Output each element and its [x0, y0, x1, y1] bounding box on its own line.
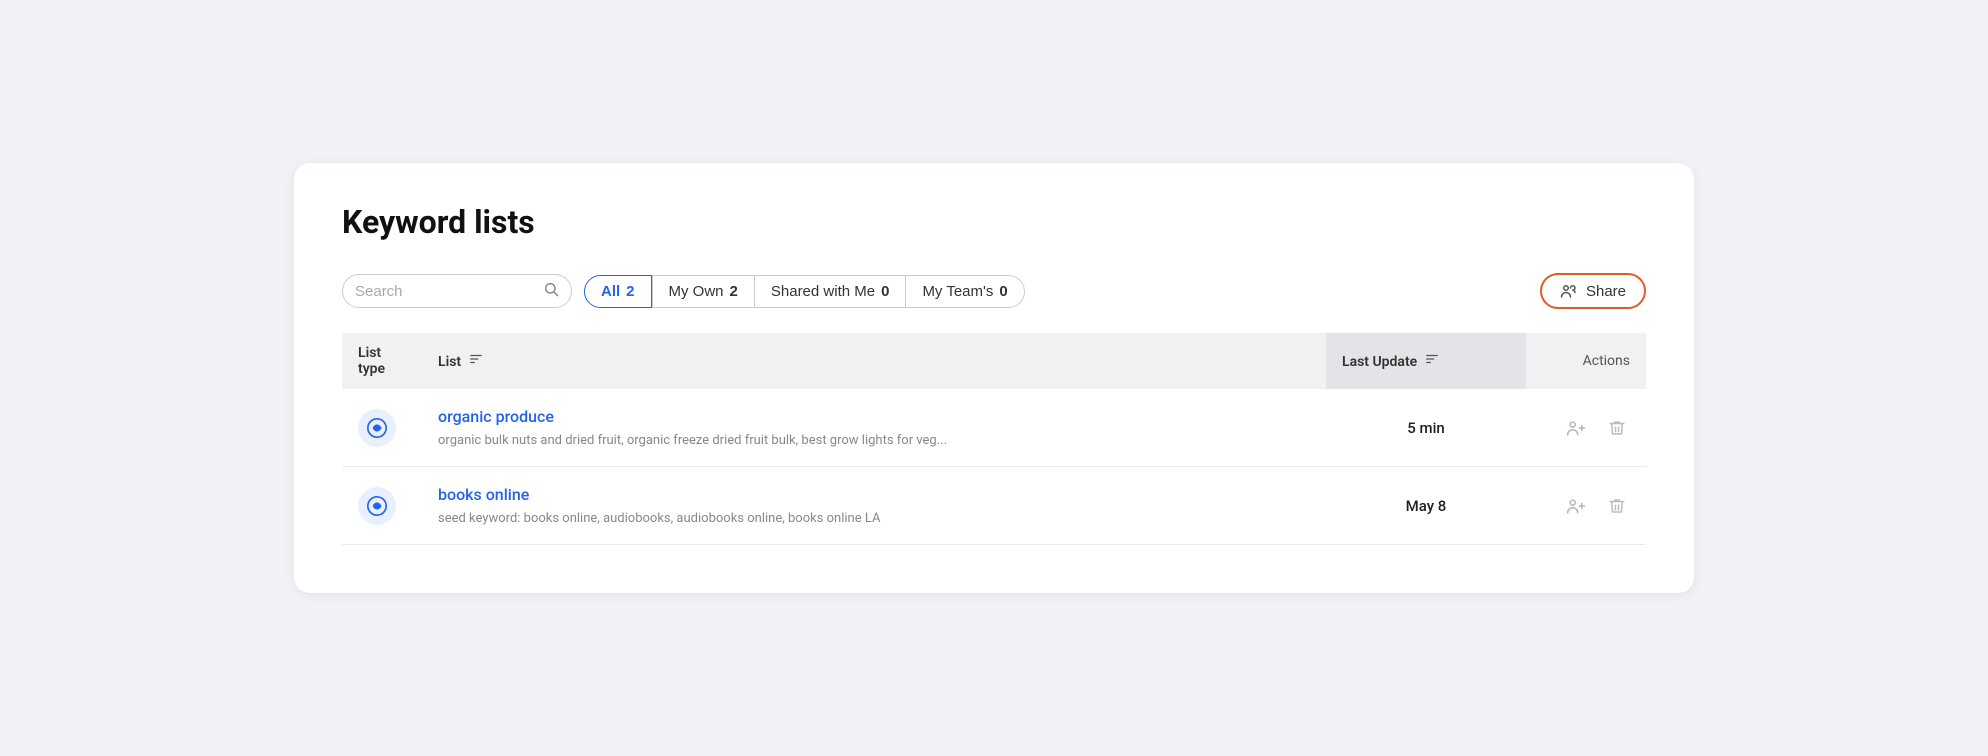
filter-tab-my-own-count: 2 [730, 283, 738, 300]
list-name-link-1[interactable]: organic produce [438, 407, 1310, 426]
actions-cell-1 [1526, 389, 1646, 467]
list-description-1: organic bulk nuts and dried fruit, organ… [438, 433, 947, 448]
last-update-sort-icon[interactable] [1425, 352, 1439, 369]
actions-cell-2 [1526, 467, 1646, 545]
search-input[interactable] [355, 283, 535, 300]
keyword-lists-table: List type List Last Update [342, 333, 1646, 545]
filter-tab-shared-with-me-label: Shared with Me [771, 283, 875, 300]
filter-tab-my-teams[interactable]: My Team's 0 [905, 275, 1024, 308]
list-type-cell-2 [342, 467, 422, 545]
filter-tab-all-label: All [601, 283, 620, 300]
share-button-label: Share [1586, 283, 1626, 300]
keyword-list-icon [366, 417, 388, 439]
filter-tab-all-count: 2 [626, 283, 634, 300]
share-row-button-2[interactable] [1562, 492, 1590, 520]
last-update-cell-2: May 8 [1326, 467, 1526, 545]
toolbar: All 2 My Own 2 Shared with Me 0 My Team'… [342, 273, 1646, 309]
search-icon [543, 281, 559, 297]
col-header-actions: Actions [1526, 333, 1646, 389]
main-card: Keyword lists All 2 My [294, 163, 1694, 593]
list-cell-2: books online seed keyword: books online,… [422, 467, 1326, 545]
list-type-icon-1 [358, 409, 396, 447]
list-cell-1: organic produce organic bulk nuts and dr… [422, 389, 1326, 467]
col-header-list-type: List type [342, 333, 422, 389]
last-update-value-1: 5 min [1407, 419, 1445, 437]
trash-icon [1608, 419, 1626, 437]
filter-tab-all[interactable]: All 2 [584, 275, 652, 308]
list-sort-icon[interactable] [469, 352, 483, 369]
table-row: books online seed keyword: books online,… [342, 467, 1646, 545]
filter-tab-my-teams-count: 0 [999, 283, 1007, 300]
list-name-link-2[interactable]: books online [438, 485, 1310, 504]
col-header-last-update: Last Update [1326, 333, 1526, 389]
keyword-list-icon [366, 495, 388, 517]
action-icons-2 [1542, 492, 1630, 520]
filter-tab-shared-with-me-count: 0 [881, 283, 889, 300]
col-header-list: List [422, 333, 1326, 389]
toolbar-left: All 2 My Own 2 Shared with Me 0 My Team'… [342, 274, 1025, 308]
last-update-cell-1: 5 min [1326, 389, 1526, 467]
filter-tab-my-own-label: My Own [669, 283, 724, 300]
trash-icon [1608, 497, 1626, 515]
filter-tabs: All 2 My Own 2 Shared with Me 0 My Team'… [584, 275, 1025, 308]
filter-tab-my-teams-label: My Team's [922, 283, 993, 300]
search-button[interactable] [543, 281, 559, 301]
filter-tab-shared-with-me[interactable]: Shared with Me 0 [754, 275, 906, 308]
delete-row-button-1[interactable] [1604, 415, 1630, 441]
search-box [342, 274, 572, 308]
share-add-icon [1566, 496, 1586, 516]
table-row: organic produce organic bulk nuts and dr… [342, 389, 1646, 467]
list-description-2: seed keyword: books online, audiobooks, … [438, 511, 880, 526]
filter-tab-my-own[interactable]: My Own 2 [652, 275, 754, 308]
action-icons-1 [1542, 414, 1630, 442]
list-type-icon-2 [358, 487, 396, 525]
share-button[interactable]: Share [1540, 273, 1646, 309]
share-people-icon [1560, 282, 1578, 300]
page-title: Keyword lists [342, 203, 1646, 241]
delete-row-button-2[interactable] [1604, 493, 1630, 519]
last-update-value-2: May 8 [1406, 497, 1447, 515]
list-type-cell-1 [342, 389, 422, 467]
share-row-button-1[interactable] [1562, 414, 1590, 442]
share-add-icon [1566, 418, 1586, 438]
